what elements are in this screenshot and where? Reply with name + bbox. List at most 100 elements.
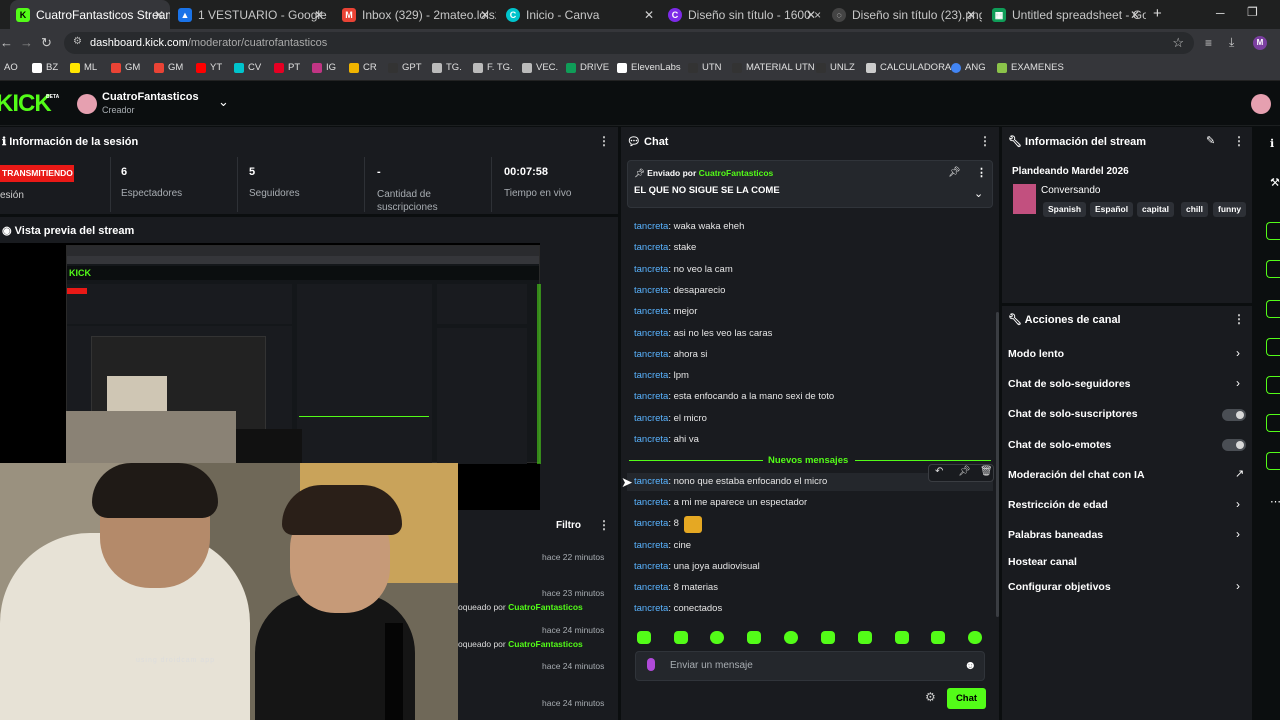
chat-username[interactable]: tancreta	[634, 328, 668, 339]
sidebar-tool-icon[interactable]	[1266, 376, 1280, 394]
action-goals[interactable]: Configurar objetivos	[1008, 581, 1111, 593]
chat-username[interactable]: tancreta	[634, 413, 668, 424]
sidebar-tool-icon[interactable]	[1266, 260, 1280, 278]
bookmark-item[interactable]: GM	[154, 62, 183, 73]
tab-kick[interactable]: K CuatroFantasticos Stream - Kick ✕	[10, 0, 170, 29]
chat-username[interactable]: tancreta	[634, 434, 668, 445]
bookmark-item[interactable]: TG.	[432, 62, 462, 73]
close-tab-icon[interactable]: ✕	[154, 8, 164, 22]
tag[interactable]: chill	[1181, 202, 1209, 217]
close-tab-icon[interactable]: ✕	[966, 8, 976, 22]
pin-icon[interactable]: 📌︎	[958, 466, 971, 477]
bookmark-item[interactable]: IG	[312, 62, 336, 73]
more-options-icon[interactable]: ⋮	[598, 518, 610, 532]
chat-message[interactable]: tancreta: desaparecio	[634, 285, 725, 296]
external-link-icon[interactable]: ↗	[1235, 467, 1244, 480]
sidebar-tool-icon[interactable]	[1266, 452, 1280, 470]
reply-icon[interactable]: ↶	[935, 466, 943, 477]
bookmark-item[interactable]: GM	[111, 62, 140, 73]
sidebar-tool-icon[interactable]	[1266, 300, 1280, 318]
chat-username[interactable]: tancreta	[634, 306, 668, 317]
chat-username[interactable]: tancreta	[634, 582, 668, 593]
chat-message[interactable]: tancreta: a mi me aparece un espectador	[634, 497, 807, 508]
close-tab-icon[interactable]: ✕	[480, 8, 490, 22]
tab-gmail[interactable]: M Inbox (329) - 2mateo.lois2007@ ✕	[336, 0, 496, 29]
unpin-icon[interactable]: 📌︎	[948, 167, 961, 178]
emote-icon[interactable]	[931, 631, 945, 644]
chat-message[interactable]: tancreta: el micro	[634, 413, 707, 424]
action-age-restriction[interactable]: Restricción de edad	[1008, 499, 1108, 511]
bookmark-item[interactable]: GPT	[388, 62, 422, 73]
bookmark-star-icon[interactable]: ☆	[1172, 35, 1184, 51]
emoji-icon[interactable]: ☻	[964, 658, 977, 672]
chat-message[interactable]: tancreta: ahora si	[634, 349, 707, 360]
chat-message[interactable]: tancreta: asi no les veo las caras	[634, 328, 772, 339]
chat-message[interactable]: tancreta: mejor	[634, 306, 697, 317]
chat-message[interactable]: tancreta: 8 materias	[634, 582, 718, 593]
emote-icon[interactable]	[674, 631, 688, 644]
more-options-icon[interactable]: ⋮	[1233, 312, 1245, 326]
tag[interactable]: funny	[1213, 202, 1247, 217]
chevron-right-icon[interactable]: ›	[1236, 579, 1240, 593]
chat-message[interactable]: tancreta: cine	[634, 540, 691, 551]
chat-message[interactable]: tancreta: conectados	[634, 603, 722, 614]
sidebar-tool-icon[interactable]	[1266, 222, 1280, 240]
chat-username[interactable]: tancreta	[634, 561, 668, 572]
bookmark-item[interactable]: ElevenLabs	[617, 62, 681, 73]
filter-button[interactable]: Filtro	[556, 520, 581, 531]
mic-icon[interactable]	[647, 658, 655, 671]
bookmark-item[interactable]: YT	[196, 62, 222, 73]
chat-username[interactable]: tancreta	[634, 242, 668, 253]
chat-username[interactable]: tancreta	[634, 497, 668, 508]
bookmark-item[interactable]: UNLZ	[816, 62, 855, 73]
action-host-channel[interactable]: Hostear canal	[1008, 556, 1077, 568]
trash-icon[interactable]: 🗑︎	[980, 466, 993, 477]
kick-logo[interactable]: KICK	[0, 90, 52, 118]
chat-message[interactable]: tancreta: no veo la cam	[634, 264, 733, 275]
edit-icon[interactable]: ✎	[1206, 134, 1215, 147]
chat-username[interactable]: tancreta	[634, 476, 668, 487]
back-icon[interactable]: ←	[0, 35, 13, 50]
site-settings-icon[interactable]: ⚙	[73, 36, 82, 47]
bookmark-item[interactable]: AO	[4, 62, 18, 73]
chat-username[interactable]: tancreta	[634, 540, 668, 551]
chevron-right-icon[interactable]: ›	[1236, 497, 1240, 511]
chat-message[interactable]: tancreta: lpm	[634, 370, 689, 381]
bookmark-item[interactable]: CR	[349, 62, 377, 73]
channel-name[interactable]: CuatroFantasticos	[102, 91, 199, 103]
send-chat-button[interactable]: Chat	[947, 688, 986, 709]
chevron-down-icon[interactable]: ⌄	[974, 187, 983, 200]
emotes-only-toggle[interactable]	[1222, 439, 1246, 451]
chat-username[interactable]: tancreta	[634, 285, 668, 296]
sidebar-tool-icon[interactable]	[1266, 414, 1280, 432]
emote-icon[interactable]	[895, 631, 909, 644]
close-tab-icon[interactable]: ✕	[314, 8, 324, 22]
download-icon[interactable]: ⤓	[1229, 35, 1234, 50]
bookmark-item[interactable]: ML	[70, 62, 97, 73]
bookmark-item[interactable]: CALCULADORA	[866, 62, 951, 73]
bookmark-item[interactable]: PT	[274, 62, 300, 73]
chevron-right-icon[interactable]: ›	[1236, 346, 1240, 360]
tab-canva-design[interactable]: C Diseño sin título - 1600 × 900 p ✕	[662, 0, 822, 29]
chat-username[interactable]: tancreta	[634, 391, 668, 402]
restore-icon[interactable]: ❐	[1247, 5, 1258, 19]
more-options-icon[interactable]: ⋮	[598, 134, 610, 148]
chat-username[interactable]: tancreta	[634, 518, 668, 529]
emote-icon[interactable]	[821, 631, 835, 644]
emote-icon[interactable]	[784, 631, 798, 644]
emote-icon[interactable]	[858, 631, 872, 644]
bookmark-item[interactable]: VEC.	[522, 62, 558, 73]
action-ai-moderation[interactable]: Moderación del chat con IA	[1008, 469, 1145, 481]
chat-input[interactable]: Enviar un mensaje ☻	[635, 651, 985, 681]
tag[interactable]: Español	[1090, 202, 1134, 217]
close-tab-icon[interactable]: ✕	[644, 8, 654, 22]
bookmark-item[interactable]: CV	[234, 62, 261, 73]
action-slow-mode[interactable]: Modo lento	[1008, 348, 1064, 360]
chevron-right-icon[interactable]: ›	[1236, 527, 1240, 541]
action-followers-only[interactable]: Chat de solo-seguidores	[1008, 378, 1131, 390]
chat-username[interactable]: tancreta	[634, 264, 668, 275]
chat-username[interactable]: tancreta	[634, 349, 668, 360]
close-tab-icon[interactable]: ✕	[1130, 8, 1140, 22]
close-tab-icon[interactable]: ✕	[806, 8, 816, 22]
tab-image[interactable]: ◌ Diseño sin título (23).png (1600 ✕	[826, 0, 982, 29]
